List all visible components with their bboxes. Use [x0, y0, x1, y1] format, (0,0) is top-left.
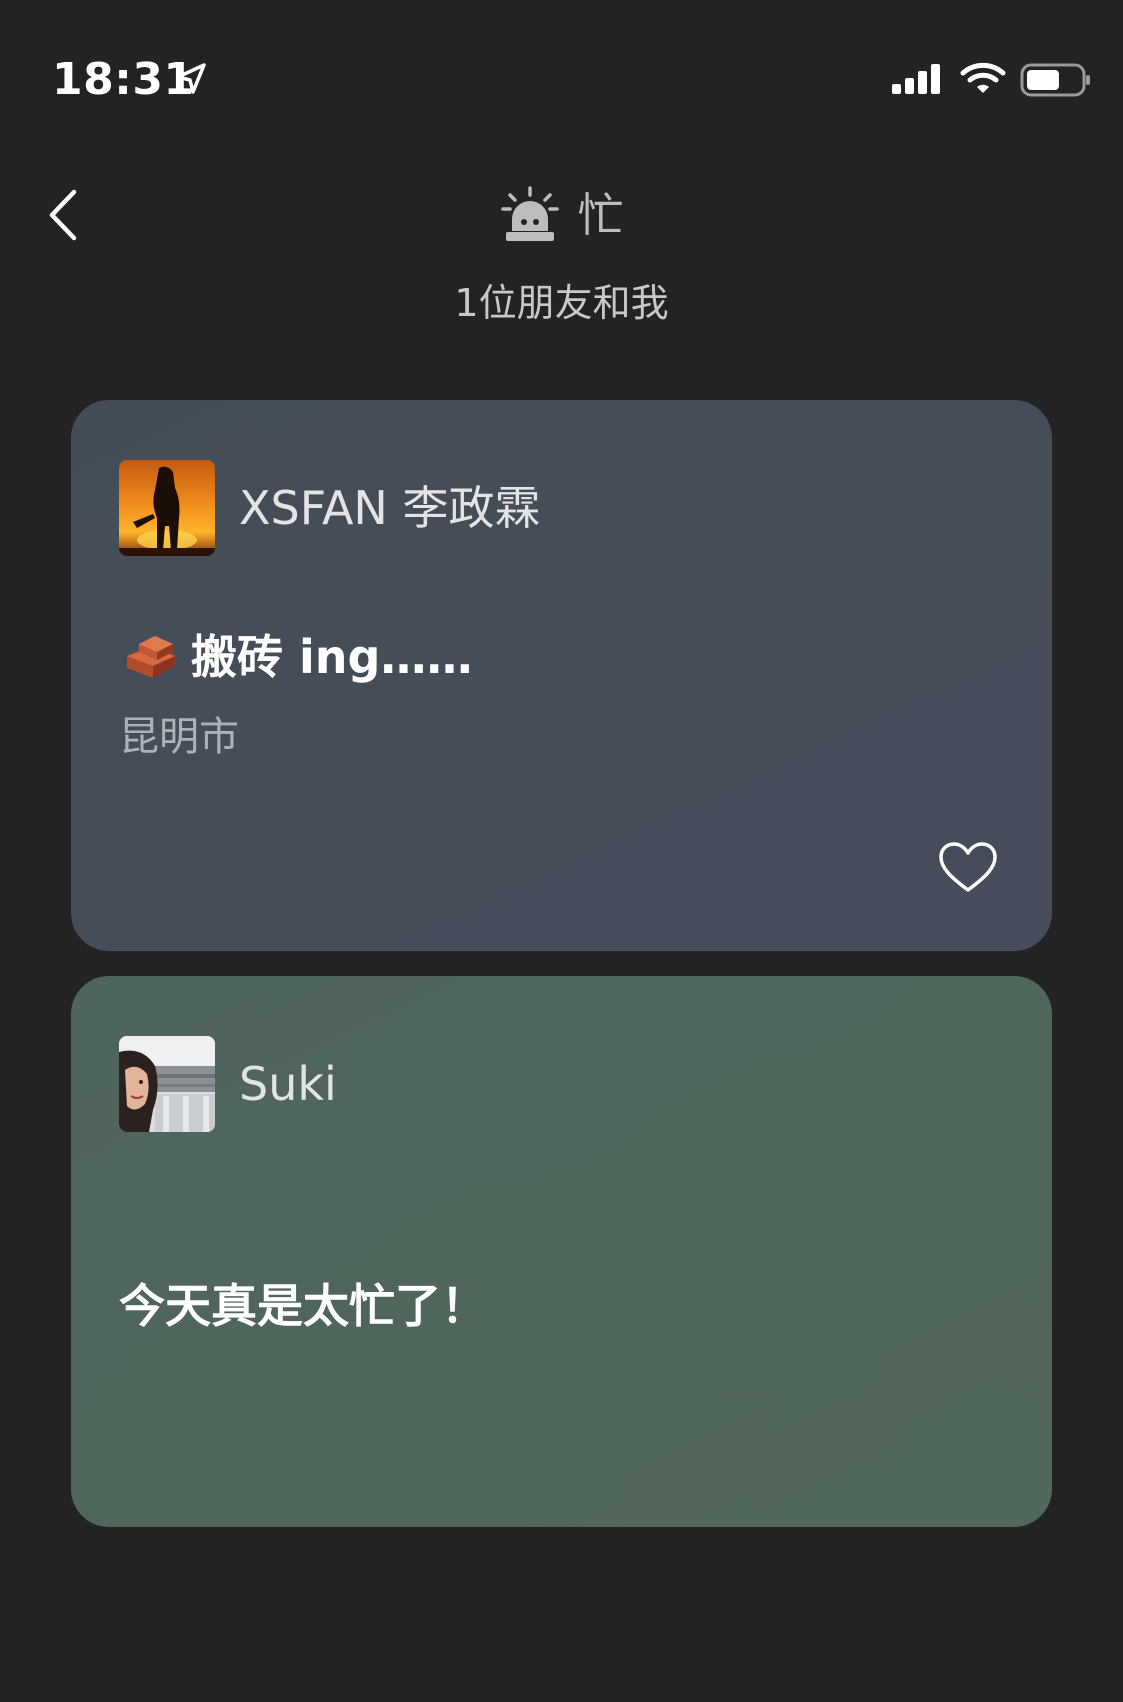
cellular-signal-icon: [892, 64, 940, 94]
wifi-icon: [960, 62, 1006, 93]
header: 忙: [0, 180, 1123, 250]
selfie-avatar-icon: [119, 1036, 215, 1132]
status-line: 搬砖 ing……: [119, 626, 472, 688]
location-arrow-icon: [176, 63, 206, 94]
status-card-suki[interactable]: Suki 今天真是太忙了！: [71, 976, 1052, 1527]
user-name: Suki: [239, 1057, 337, 1111]
user-name: XSFAN 李政霖: [239, 481, 541, 535]
heart-outline-icon: [939, 842, 997, 892]
status-card-xsfan[interactable]: XSFAN 李政霖 搬砖 ing…… 昆明市: [71, 400, 1052, 951]
message-text: 今天真是太忙了！: [119, 1279, 487, 1333]
like-button[interactable]: [937, 840, 999, 896]
page-subtitle: 1位朋友和我: [454, 281, 669, 325]
location-text: 昆明市: [119, 714, 239, 760]
sunset-silhouette-avatar-icon: [119, 460, 215, 556]
page-title: 忙: [577, 188, 624, 242]
avatar[interactable]: [119, 1036, 215, 1132]
siren-icon: [500, 186, 559, 241]
avatar[interactable]: [119, 460, 215, 556]
status-bar: 18:31: [0, 0, 1123, 150]
status-text: 搬砖 ing……: [191, 630, 473, 684]
battery-icon: [1020, 63, 1090, 97]
brick-icon: [127, 636, 175, 678]
